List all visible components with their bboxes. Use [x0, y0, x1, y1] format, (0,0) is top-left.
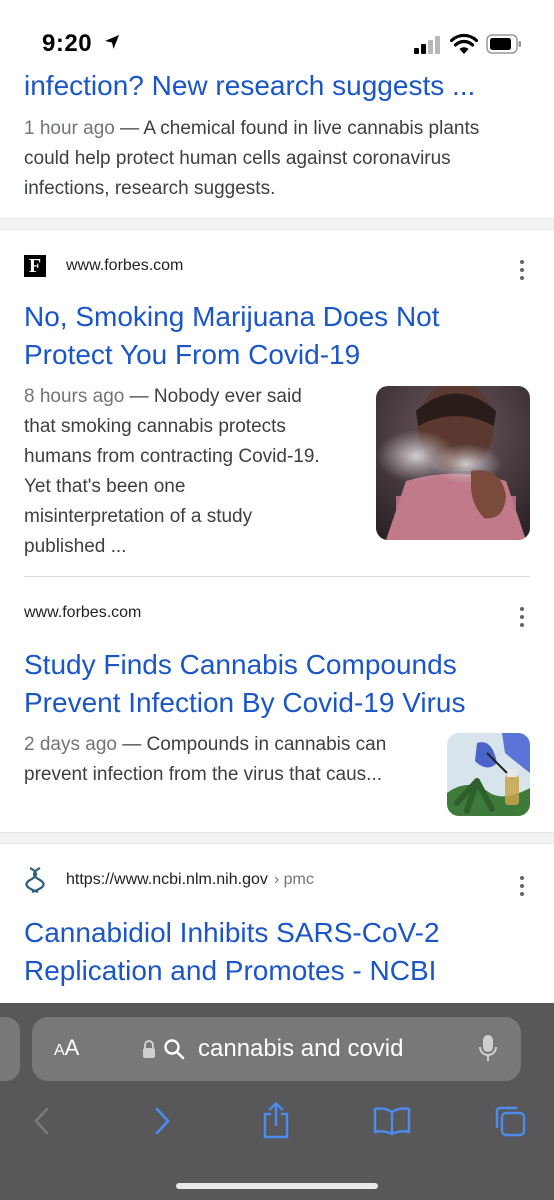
- title-line: No, Smoking Marijuana Does Not: [24, 301, 440, 332]
- snippet-line-6: published ...: [24, 536, 127, 557]
- browser-toolbar: [0, 1099, 554, 1143]
- result-snippet: 8 hours ago — Nobody ever said that smok…: [24, 382, 364, 562]
- title-line: Cannabidiol Inhibits SARS-CoV-2: [24, 917, 440, 948]
- forward-button[interactable]: [140, 1099, 184, 1143]
- snippet-line-1: 2 days ago — Compounds in cannabis can: [24, 730, 434, 760]
- snippet-text: — A chemical found in live cannabis plan…: [120, 118, 480, 139]
- snippet-line-2: prevent infection from the virus that ca…: [24, 764, 383, 785]
- address-bar[interactable]: AA cannabis and covid: [32, 1017, 521, 1081]
- search-query-text[interactable]: cannabis and covid: [198, 1035, 403, 1063]
- snippet-line-4: Yet that's been one: [24, 476, 186, 497]
- result-title-link[interactable]: No, Smoking Marijuana Does Not Protect Y…: [24, 298, 440, 374]
- smoking-man-thumbnail[interactable]: [376, 386, 530, 540]
- back-button[interactable]: [20, 1099, 64, 1143]
- microphone-icon[interactable]: [478, 1034, 498, 1064]
- snippet-line-2: could help protect human cells against c…: [24, 148, 451, 169]
- cannabis-lab-thumbnail[interactable]: [447, 733, 530, 816]
- site-row[interactable]: https://www.ncbi.nlm.nih.gov › pmc: [24, 865, 314, 895]
- result-date: 1 hour ago: [24, 118, 115, 139]
- title-line: Replication and Promotes - NCBI: [24, 955, 437, 986]
- snippet-line-3: infections, research suggests.: [24, 178, 276, 199]
- bookmarks-button[interactable]: [370, 1099, 414, 1143]
- site-row[interactable]: www.forbes.com: [24, 598, 141, 628]
- snippet-text: — Nobody ever said: [129, 386, 302, 407]
- title-line: Protect You From Covid-19: [24, 339, 361, 370]
- site-url: www.forbes.com: [66, 257, 184, 274]
- previous-tab-peek[interactable]: [0, 1017, 20, 1081]
- chevron-left-icon: [34, 1107, 49, 1135]
- result-snippet: 2 days ago — Compounds in cannabis can p…: [24, 730, 434, 790]
- book-icon: [373, 1107, 411, 1136]
- aa-small: A: [54, 1042, 65, 1059]
- snippet-line-1: 1 hour ago — A chemical found in live ca…: [24, 114, 514, 144]
- battery-icon: [486, 34, 521, 54]
- title-line: Prevent Infection By Covid-19 Virus: [24, 687, 466, 718]
- cellular-signal-icon: [414, 36, 440, 54]
- result-divider: [0, 832, 554, 844]
- result-date: 2 days ago: [24, 734, 117, 755]
- more-options-button[interactable]: [512, 602, 532, 632]
- more-options-button[interactable]: [512, 871, 532, 901]
- snippet-text: — Compounds in cannabis can: [122, 734, 387, 755]
- status-time: 9:20: [42, 30, 93, 57]
- result-snippet: 1 hour ago — A chemical found in live ca…: [24, 114, 514, 204]
- tabs-button[interactable]: [488, 1099, 532, 1143]
- site-url: https://www.ncbi.nlm.nih.gov: [66, 871, 268, 888]
- forbes-favicon-icon: F: [24, 255, 46, 277]
- tabs-icon: [495, 1106, 526, 1137]
- share-icon: [263, 1102, 289, 1139]
- aa-large: A: [64, 1035, 80, 1060]
- chevron-right-icon: [155, 1107, 170, 1135]
- lock-icon: [143, 1040, 155, 1058]
- dna-helix-icon: [25, 867, 45, 894]
- safari-bottom-bar: AA cannabis and covid: [0, 1003, 554, 1200]
- site-breadcrumb: › pmc: [273, 871, 314, 888]
- site-url: www.forbes.com: [24, 604, 142, 621]
- result-divider: [24, 576, 530, 577]
- wifi-icon: [450, 33, 478, 54]
- snippet-line-3: humans from contracting Covid-19.: [24, 446, 320, 467]
- share-button[interactable]: [254, 1099, 298, 1143]
- snippet-line-2: that smoking cannabis protects: [24, 416, 286, 437]
- snippet-line-5: misinterpretation of a study: [24, 506, 253, 527]
- result-title-link[interactable]: Cannabidiol Inhibits SARS-CoV-2 Replicat…: [24, 914, 440, 990]
- search-icon: [164, 1039, 185, 1060]
- location-arrow-icon: [105, 35, 119, 49]
- result-title-link[interactable]: Study Finds Cannabis Compounds Prevent I…: [24, 646, 465, 722]
- title-line: Study Finds Cannabis Compounds: [24, 649, 457, 680]
- result-divider: [0, 218, 554, 230]
- reader-aa-button[interactable]: AA: [54, 1035, 79, 1061]
- more-options-button[interactable]: [512, 255, 532, 285]
- snippet-line-1: 8 hours ago — Nobody ever said: [24, 382, 364, 412]
- result-title-link[interactable]: infection? New research suggests ...: [24, 66, 475, 106]
- home-indicator[interactable]: [176, 1183, 378, 1189]
- site-row[interactable]: F www.forbes.com: [24, 251, 183, 281]
- result-date: 8 hours ago: [24, 386, 125, 407]
